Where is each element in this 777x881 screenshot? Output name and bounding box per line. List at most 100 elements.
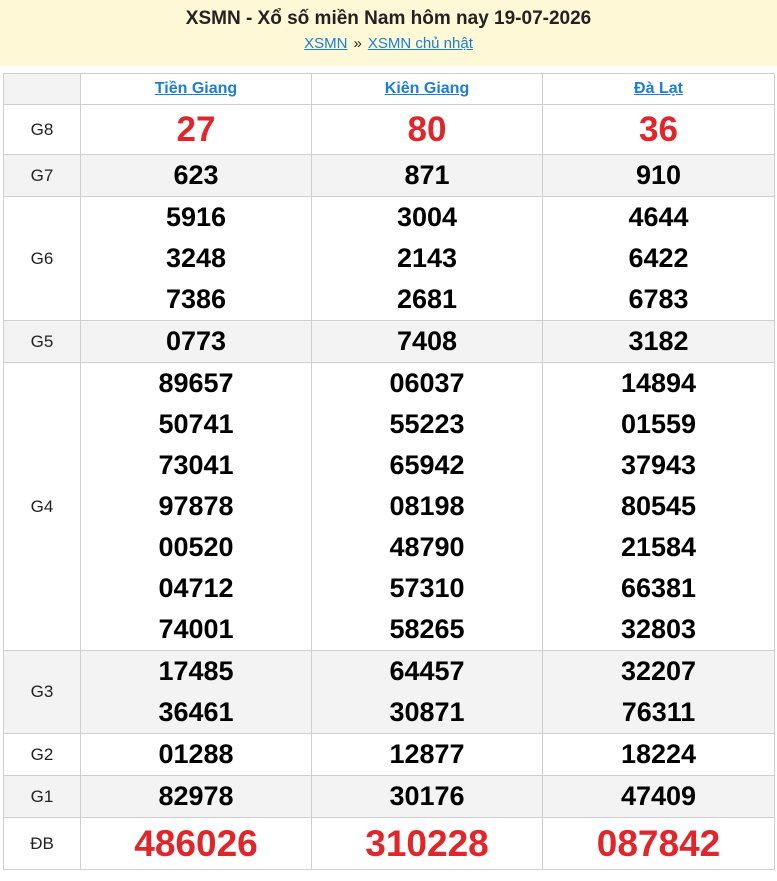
prize-label-g4: G4 — [3, 362, 81, 651]
prize-label-special: ĐB — [3, 817, 81, 870]
prize-cell: 12877 — [311, 733, 543, 776]
prize-cell: 4644 6422 6783 — [542, 196, 775, 321]
prize-cell: 01288 — [80, 733, 312, 776]
prize-cell: 80 — [311, 104, 543, 155]
prize-number: 7386 — [165, 284, 227, 314]
prize-cell: 087842 — [542, 817, 775, 870]
prize-number: 3182 — [628, 326, 689, 356]
prize-number: 80545 — [620, 491, 697, 521]
prize-cell: 47409 — [542, 775, 775, 818]
prize-cell: 36 — [542, 104, 775, 155]
prize-cell: 30176 — [311, 775, 543, 818]
prize-cell: 32207 76311 — [542, 650, 775, 734]
prize-label-g8: G8 — [3, 104, 81, 155]
breadcrumb-separator: » — [353, 35, 362, 52]
prize-number: 6783 — [628, 284, 689, 314]
prize-cell: 310228 — [311, 817, 543, 870]
prize-cell: 64457 30871 — [311, 650, 543, 734]
prize-row-g4: G4 89657 50741 73041 97878 00520 04712 7… — [3, 362, 775, 651]
prize-number: 01559 — [620, 409, 697, 439]
prize-number: 58265 — [389, 614, 465, 644]
prize-cell: 06037 55223 65942 08198 48790 57310 5826… — [311, 362, 543, 651]
prize-cell: 0773 — [80, 320, 312, 363]
prize-number: 32803 — [620, 614, 697, 644]
prize-row-g3: G3 17485 36461 64457 30871 32207 76311 — [3, 650, 775, 734]
prize-label-g2: G2 — [3, 733, 81, 776]
prize-label-g3: G3 — [3, 650, 81, 734]
prize-cell: 17485 36461 — [80, 650, 312, 734]
prize-number: 2681 — [396, 284, 458, 314]
prize-number: 64457 — [389, 656, 465, 686]
prize-number: 5916 — [165, 202, 227, 232]
prize-number: 12877 — [389, 739, 465, 769]
prize-cell: 623 — [80, 154, 312, 197]
prize-cell: 14894 01559 37943 80545 21584 66381 3280… — [542, 362, 775, 651]
province-link-tien-giang[interactable]: Tiền Giang — [155, 80, 237, 97]
prize-row-g1: G1 82978 30176 47409 — [3, 775, 775, 818]
prize-row-g7: G7 623 871 910 — [3, 154, 775, 197]
prize-cell: 82978 — [80, 775, 312, 818]
prize-cell: 871 — [311, 154, 543, 197]
prize-number: 55223 — [389, 409, 465, 439]
prize-row-g2: G2 01288 12877 18224 — [3, 733, 775, 776]
prize-number: 00520 — [158, 532, 234, 562]
prize-number: 04712 — [158, 573, 234, 603]
prize-number: 74001 — [158, 614, 234, 644]
prize-number: 14894 — [620, 368, 697, 398]
special-prize-number: 310228 — [365, 823, 489, 864]
prize-number: 47409 — [620, 781, 697, 811]
prize-number: 57310 — [389, 573, 465, 603]
prize-cell: 89657 50741 73041 97878 00520 04712 7400… — [80, 362, 312, 651]
prize-number: 65942 — [389, 450, 465, 480]
prize-cell: 5916 3248 7386 — [80, 196, 312, 321]
special-prize-number: 486026 — [134, 823, 258, 864]
prize-number: 3248 — [165, 243, 227, 273]
special-prize-number: 087842 — [596, 823, 721, 864]
breadcrumb-link-xsmn[interactable]: XSMN — [304, 35, 347, 52]
prize-cell: 486026 — [80, 817, 312, 870]
prize-number: 0773 — [165, 326, 227, 356]
prize-label-g6: G6 — [3, 196, 81, 321]
province-link-da-lat[interactable]: Đà Lạt — [634, 80, 683, 97]
prize-number: 21584 — [620, 532, 697, 562]
prize-label-g7: G7 — [3, 154, 81, 197]
prize-number: 06037 — [389, 368, 465, 398]
prize-number: 37943 — [620, 450, 697, 480]
prize-number: 66381 — [620, 573, 697, 603]
prize-number: 50741 — [158, 409, 234, 439]
prize-number: 36 — [639, 110, 678, 149]
prize-row-g5: G5 0773 7408 3182 — [3, 320, 775, 363]
prize-number: 3004 — [396, 202, 458, 232]
prize-number: 01288 — [158, 739, 234, 769]
prize-number: 32207 — [620, 656, 697, 686]
province-header: Đà Lạt — [542, 73, 775, 105]
prize-number: 73041 — [158, 450, 234, 480]
prize-number: 97878 — [158, 491, 234, 521]
prize-cell: 7408 — [311, 320, 543, 363]
province-header: Tiền Giang — [80, 73, 312, 105]
prize-cell: 3004 2143 2681 — [311, 196, 543, 321]
prize-number: 27 — [176, 110, 216, 149]
breadcrumb: XSMN » XSMN chủ nhật — [0, 35, 777, 52]
prize-row-g6: G6 5916 3248 7386 3004 2143 2681 4644 64… — [3, 196, 775, 321]
prize-number: 623 — [173, 160, 219, 190]
prize-number: 48790 — [389, 532, 465, 562]
prize-number: 30176 — [389, 781, 465, 811]
prize-row-special: ĐB 486026 310228 087842 — [3, 817, 775, 870]
prize-label-g5: G5 — [3, 320, 81, 363]
results-table: Tiền Giang Kiên Giang Đà Lạt G8 27 80 36… — [3, 73, 775, 870]
prize-number: 2143 — [396, 243, 458, 273]
prize-number: 76311 — [621, 697, 696, 727]
page-header: XSMN - Xổ số miền Nam hôm nay 19-07-2026… — [0, 0, 777, 66]
prize-number: 89657 — [158, 368, 234, 398]
prize-row-g8: G8 27 80 36 — [3, 104, 775, 155]
page-title: XSMN - Xổ số miền Nam hôm nay 19-07-2026 — [185, 8, 592, 29]
prize-number: 910 — [635, 160, 682, 190]
header-corner — [3, 73, 81, 105]
prize-number: 18224 — [620, 739, 697, 769]
prize-number: 871 — [404, 160, 450, 190]
prize-number: 36461 — [158, 697, 234, 727]
province-link-kien-giang[interactable]: Kiên Giang — [385, 80, 469, 97]
prize-number: 80 — [407, 110, 447, 149]
breadcrumb-link-xsmn-sunday[interactable]: XSMN chủ nhật — [368, 35, 473, 52]
